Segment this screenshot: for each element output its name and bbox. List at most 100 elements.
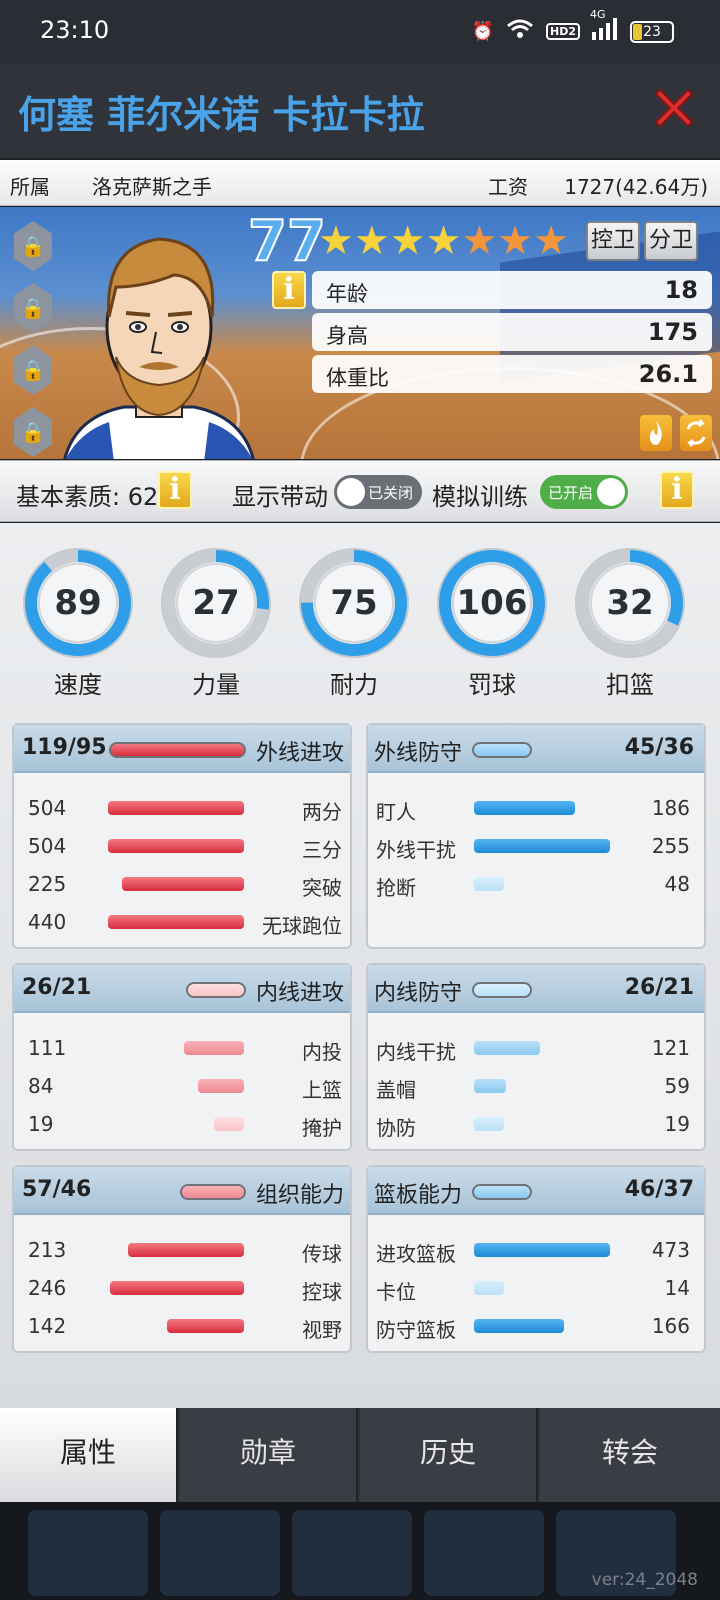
stat-value: 166 (651, 1314, 690, 1338)
club-name: 洛克萨斯之手 (92, 175, 212, 199)
stat-label: 进攻篮板 (376, 1242, 456, 1266)
swap-button[interactable] (680, 415, 712, 451)
stat-row: 142 视野 (14, 1309, 350, 1343)
panel-header-bar (186, 982, 246, 998)
stat-label: 防守篮板 (376, 1318, 456, 1342)
toggle-state: 已关闭 (368, 484, 414, 502)
gauge-value: 27 (192, 583, 240, 623)
stat-label: 视野 (302, 1318, 342, 1342)
tab-history[interactable]: 历史 (360, 1408, 538, 1502)
age-value: 18 (664, 276, 698, 304)
stat-value: 225 (28, 872, 67, 896)
stat-value: 14 (664, 1276, 690, 1300)
info-icon[interactable]: i (272, 271, 306, 309)
stat-value: 186 (651, 796, 690, 820)
lock-icon[interactable]: 🔒 (14, 407, 52, 457)
gauge-label: 耐力 (330, 671, 378, 699)
nav-ghost-item (28, 1510, 148, 1596)
club-label: 所属 (10, 175, 50, 199)
stat-row: 213 传球 (14, 1233, 350, 1267)
panel-inside-defense: 内线防守 26/21 内线干扰 121 盖帽 59 协防 19 (366, 963, 706, 1151)
stat-row: 225 突破 (14, 867, 350, 901)
salary-label: 工资 (488, 175, 528, 199)
title-bar: 何塞 菲尔米诺 卡拉卡拉 (0, 64, 720, 158)
show-drive-toggle[interactable]: 已关闭 (334, 475, 422, 509)
height-row: 身高 175 (312, 313, 712, 351)
close-button[interactable] (650, 84, 698, 132)
sim-train-toggle[interactable]: 已开启 (540, 475, 628, 509)
stat-bar (198, 1079, 244, 1093)
quality-strip: 基本素质: 62 i 显示带动 已关闭 模拟训练 已开启 i (0, 460, 720, 522)
panel-score: 26/21 (22, 975, 92, 1000)
stat-value: 255 (651, 834, 690, 858)
tab-transfer[interactable]: 转会 (540, 1408, 720, 1502)
stat-value: 111 (28, 1036, 67, 1060)
star-orange-icon: ★ (461, 218, 498, 264)
stat-label: 上篮 (302, 1078, 342, 1102)
tab-badges[interactable]: 勋章 (180, 1408, 358, 1502)
weight-label: 体重比 (326, 366, 389, 390)
player-avatar (63, 237, 255, 459)
stat-row: 外线干扰 255 (368, 829, 704, 863)
panel-playmaking: 57/46 组织能力 213 传球 246 控球 142 视野 (12, 1165, 352, 1353)
stat-label: 无球跑位 (262, 914, 342, 938)
stat-label: 三分 (302, 838, 342, 862)
stat-label: 盯人 (376, 800, 416, 824)
lock-icon[interactable]: 🔒 (14, 283, 52, 333)
position-pg-button[interactable]: 控卫 (586, 221, 640, 261)
height-label: 身高 (326, 324, 368, 348)
star-gold-icon: ★ (425, 218, 462, 264)
stat-label: 两分 (302, 800, 342, 824)
panel-header: 57/46 组织能力 (14, 1167, 350, 1215)
panel-header: 119/95 外线进攻 (14, 725, 350, 773)
stat-row: 440 无球跑位 (14, 905, 350, 939)
sim-train-label: 模拟训练 (432, 483, 528, 511)
stat-bar (474, 877, 504, 891)
stat-bar (474, 1079, 506, 1093)
gauge-value: 106 (456, 583, 528, 623)
status-icons: ⏰ HD2 4G 23 (472, 8, 674, 45)
panel-title: 外线进攻 (255, 741, 344, 766)
signal-icon: 4G (590, 8, 618, 45)
panel-header: 篮板能力 46/37 (368, 1167, 704, 1215)
stat-bar (184, 1041, 244, 1055)
weight-value: 26.1 (638, 360, 698, 388)
info-icon[interactable]: i (158, 471, 192, 509)
stat-label: 盖帽 (376, 1078, 416, 1102)
player-name: 何塞 菲尔米诺 卡拉卡拉 (18, 93, 425, 137)
info-icon[interactable]: i (660, 471, 694, 509)
flame-button[interactable] (640, 415, 672, 451)
lock-icon[interactable]: 🔒 (14, 221, 52, 271)
tab-bar: 属性 勋章 历史 转会 (0, 1408, 720, 1502)
gauge-3: 106 罚球 (436, 547, 548, 700)
position-sg-button[interactable]: 分卫 (644, 221, 698, 261)
age-label: 年龄 (326, 282, 368, 306)
stat-value: 19 (664, 1112, 690, 1136)
stat-bar (110, 1281, 244, 1295)
gauge-label: 力量 (192, 671, 240, 699)
star-orange-icon: ★ (533, 218, 570, 264)
height-value: 175 (647, 318, 698, 346)
salary-value: 1727(42.64万) (564, 175, 708, 199)
panel-header: 内线防守 26/21 (368, 965, 704, 1013)
panel-header: 外线防守 45/36 (368, 725, 704, 773)
tab-attributes[interactable]: 属性 (0, 1408, 178, 1502)
stat-label: 突破 (302, 876, 342, 900)
gauge-label: 扣篮 (606, 671, 654, 699)
stat-value: 440 (28, 910, 67, 934)
panel-outside-offense: 119/95 外线进攻 504 两分 504 三分 225 突破 440 无球跑位 (12, 723, 352, 949)
status-time: 23:10 (40, 16, 110, 44)
stat-label: 协防 (376, 1116, 416, 1140)
attributes-panel: 89 速度 27 力量 75 耐力 106 罚球 32 扣篮 119/95 外线进攻 504 两分 504… (0, 523, 720, 1408)
badge-slots: 🔒 🔒 🔒 🔒 (14, 221, 52, 457)
stat-row: 抢断 48 (368, 867, 704, 901)
stat-bar (474, 1243, 610, 1257)
stat-value: 121 (651, 1036, 690, 1060)
panel-rebounding: 篮板能力 46/37 进攻篮板 473 卡位 14 防守篮板 166 (366, 1165, 706, 1353)
age-row: 年龄 18 (312, 271, 712, 309)
stat-value: 504 (28, 834, 67, 858)
stat-value: 213 (28, 1238, 67, 1262)
stat-bar (474, 1281, 504, 1295)
lock-icon[interactable]: 🔒 (14, 345, 52, 395)
close-icon (654, 88, 694, 128)
